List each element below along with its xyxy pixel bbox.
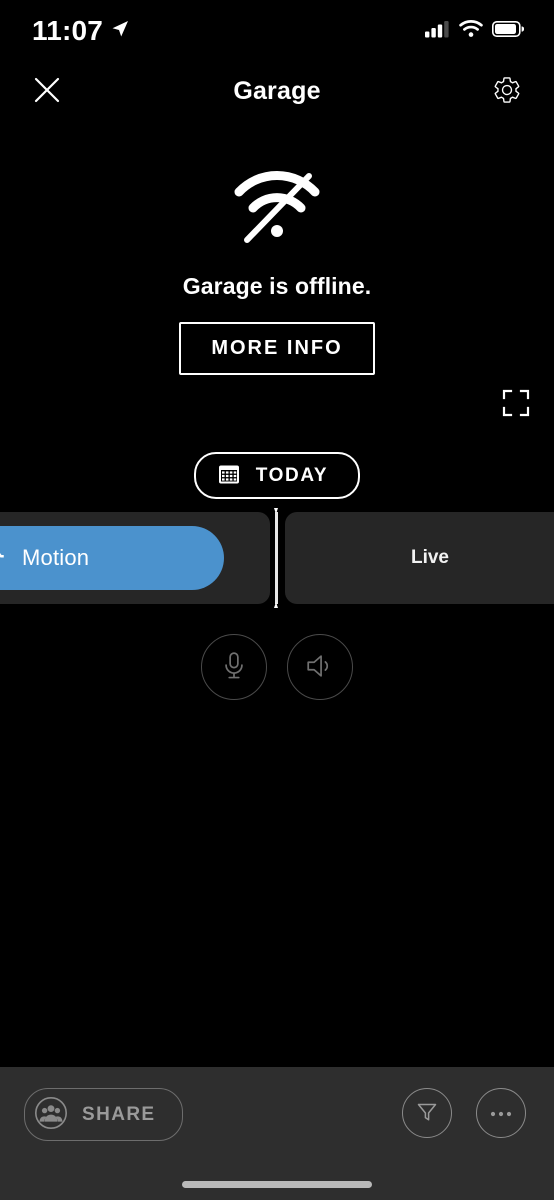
running-person-icon: [0, 541, 8, 576]
fullscreen-button[interactable]: [494, 382, 538, 426]
app-screen: 11:07 Garage Garage is offline. MORE INF…: [0, 0, 554, 1200]
motion-event-chip[interactable]: Motion: [0, 526, 224, 590]
status-bar: 11:07: [0, 0, 554, 62]
close-button[interactable]: [24, 68, 70, 114]
speaker-button[interactable]: [287, 634, 353, 700]
home-indicator: [182, 1181, 372, 1188]
battery-icon: [492, 20, 525, 42]
offline-message: Garage is offline.: [182, 273, 372, 299]
today-button[interactable]: TODAY: [193, 452, 361, 499]
nav-bar: Garage: [0, 62, 554, 120]
share-button[interactable]: SHARE: [24, 1088, 183, 1141]
wifi-off-icon: [231, 170, 323, 255]
people-group-icon: [34, 1096, 68, 1133]
motion-event-label: Motion: [22, 545, 90, 570]
live-event-label: Live: [410, 547, 450, 568]
ellipsis-icon: [489, 1106, 513, 1121]
bottom-toolbar-actions: [402, 1088, 526, 1138]
cellular-signal-icon: [425, 20, 450, 43]
more-options-button[interactable]: [476, 1088, 526, 1138]
calendar-icon: [218, 463, 240, 488]
offline-panel: Garage is offline. MORE INFO: [0, 170, 554, 375]
date-selector: TODAY: [0, 452, 554, 499]
bottom-toolbar: SHARE: [0, 1067, 554, 1200]
wifi-icon: [459, 19, 483, 43]
speaker-icon: [305, 652, 335, 683]
microphone-icon: [221, 651, 247, 684]
gear-icon: [492, 75, 522, 108]
timeline-event-motion[interactable]: Motion: [0, 512, 270, 604]
microphone-button[interactable]: [201, 634, 267, 700]
playhead-bar: [275, 512, 278, 604]
playhead-bottom-cap: [274, 602, 278, 608]
timeline-scrubber[interactable]: Motion Live: [0, 508, 554, 608]
share-label: SHARE: [82, 1103, 156, 1125]
close-x-icon: [32, 75, 62, 108]
settings-button[interactable]: [484, 68, 530, 114]
fullscreen-expand-icon: [502, 389, 530, 420]
timeline-playhead[interactable]: [274, 508, 279, 608]
audio-controls: [0, 634, 554, 700]
page-title: Garage: [233, 76, 321, 105]
filter-button[interactable]: [402, 1088, 452, 1138]
status-bar-clock: 11:07: [32, 15, 104, 46]
today-label: TODAY: [255, 464, 329, 486]
more-info-button[interactable]: MORE INFO: [179, 322, 375, 375]
location-arrow-icon: [110, 19, 130, 44]
funnel-filter-icon: [415, 1100, 439, 1127]
status-bar-left: 11:07: [32, 17, 130, 45]
timeline-event-live[interactable]: Live: [285, 512, 554, 604]
status-bar-right: [425, 19, 525, 43]
